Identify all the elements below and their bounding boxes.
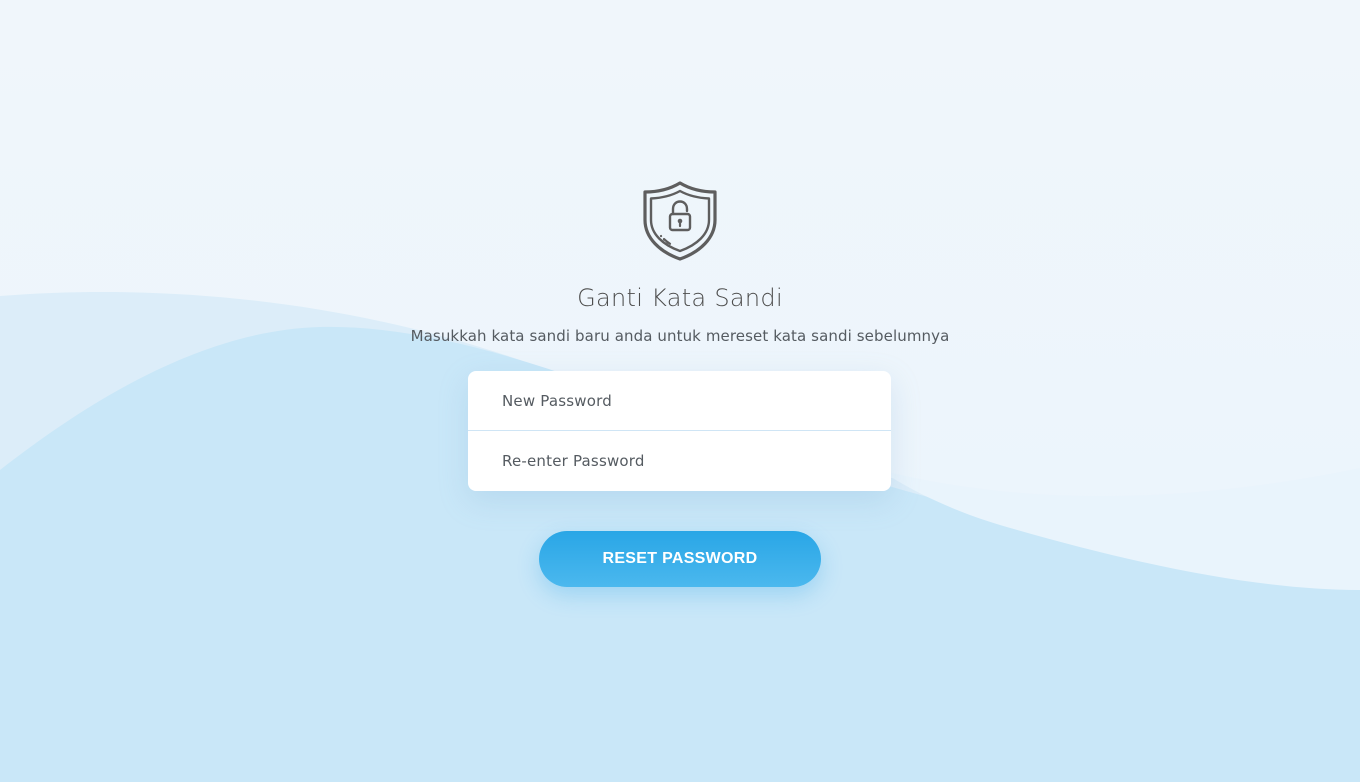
password-form: [468, 371, 891, 491]
reset-password-button[interactable]: RESET PASSWORD: [539, 531, 821, 587]
reenter-password-field-wrapper: [468, 431, 891, 490]
page-title: Ganti Kata Sandi: [577, 284, 783, 312]
reenter-password-input[interactable]: [500, 450, 864, 471]
new-password-input[interactable]: [500, 390, 864, 411]
page-subtitle: Masukkah kata sandi baru anda untuk mere…: [410, 327, 950, 345]
new-password-field-wrapper: [468, 371, 891, 430]
reset-password-page: Ganti Kata Sandi Masukkah kata sandi bar…: [0, 0, 1360, 782]
shield-lock-icon: [643, 181, 717, 261]
